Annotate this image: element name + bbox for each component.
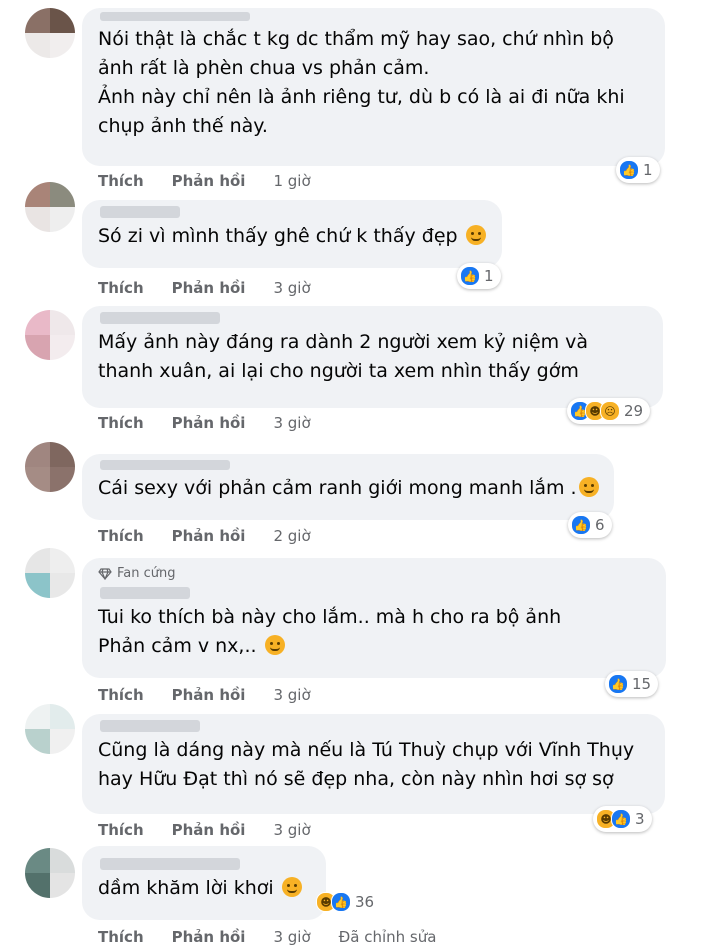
comment-text-content: dầm khăm lời khơi <box>98 877 280 899</box>
comment-text: dầm khăm lời khơi <box>98 874 312 903</box>
comment-bubble: Nói thật là chắc t kg dc thẩm mỹ hay sao… <box>82 8 665 166</box>
reply-button[interactable]: Phản hồi <box>172 172 246 190</box>
reaction-summary[interactable]: 👍 6 <box>568 512 612 538</box>
comment-actions: Thích Phản hồi 2 giờ <box>98 527 311 545</box>
timestamp[interactable]: 2 giờ <box>273 527 310 545</box>
reply-button[interactable]: Phản hồi <box>172 686 246 704</box>
comment-actions: Thích Phản hồi 3 giờ <box>98 686 311 704</box>
like-reaction-icon: 👍 <box>460 266 480 286</box>
timestamp[interactable]: 3 giờ <box>273 821 310 839</box>
comment-actions: Thích Phản hồi 3 giờ <box>98 821 311 839</box>
like-reaction-icon: 👍 <box>619 160 639 180</box>
comment-text: Tui ko thích bà này cho lắm.. mà h cho r… <box>98 603 652 661</box>
avatar[interactable] <box>25 548 75 598</box>
reaction-count: 29 <box>624 402 644 420</box>
fan-badge-label: Fan cứng <box>117 566 176 581</box>
comment-bubble: Cái sexy với phản cảm ranh giới mong man… <box>82 454 614 520</box>
avatar[interactable] <box>25 848 75 898</box>
like-button[interactable]: Thích <box>98 686 144 704</box>
reply-button[interactable]: Phản hồi <box>172 279 246 297</box>
blurred-author-name <box>100 460 230 470</box>
blurred-author-name <box>100 206 180 218</box>
like-button[interactable]: Thích <box>98 279 144 297</box>
timestamp[interactable]: 3 giờ <box>273 279 310 297</box>
reply-button[interactable]: Phản hồi <box>172 928 246 946</box>
reaction-summary[interactable]: 👍 15 <box>605 671 659 697</box>
blurred-author-name <box>100 720 200 732</box>
reply-button[interactable]: Phản hồi <box>172 414 246 432</box>
like-button[interactable]: Thích <box>98 527 144 545</box>
comment-text-content: Cái sexy với phản cảm ranh giới mong man… <box>98 477 577 499</box>
reaction-summary[interactable]: 👍 ☻ ☹ 29 <box>567 398 651 424</box>
comment-text-content: Só zi vì mình thấy ghê chứ k thấy đẹp <box>98 225 458 247</box>
like-reaction-icon: 👍 <box>331 892 351 912</box>
comment-bubble: dầm khăm lời khơi <box>82 846 326 920</box>
reaction-summary[interactable]: 👍 1 <box>616 157 660 183</box>
fan-badge: Fan cứng <box>98 566 652 581</box>
reaction-summary[interactable]: ☻ 👍 3 <box>593 806 652 832</box>
comment-bubble: Só zi vì mình thấy ghê chứ k thấy đẹp <box>82 200 502 268</box>
comment-bubble: Fan cứng Tui ko thích bà này cho lắm.. m… <box>82 558 666 678</box>
reply-button[interactable]: Phản hồi <box>172 821 246 839</box>
diamond-icon <box>98 567 112 580</box>
reaction-count: 1 <box>643 161 653 179</box>
sad-reaction-icon: ☹ <box>600 401 620 421</box>
avatar[interactable] <box>25 8 75 58</box>
reaction-summary[interactable]: 👍 1 <box>457 263 501 289</box>
laughing-emoji-icon <box>281 877 302 897</box>
avatar[interactable] <box>25 182 75 232</box>
like-reaction-icon: 👍 <box>571 515 591 535</box>
like-button[interactable]: Thích <box>98 172 144 190</box>
reaction-count: 3 <box>635 810 645 828</box>
timestamp[interactable]: 1 giờ <box>273 172 310 190</box>
comment-actions: Thích Phản hồi 3 giờ <box>98 414 311 432</box>
reaction-count: 1 <box>484 267 494 285</box>
timestamp[interactable]: 3 giờ <box>273 686 310 704</box>
comment-text: Nói thật là chắc t kg dc thẩm mỹ hay sao… <box>98 28 625 137</box>
comment-actions: Thích Phản hồi 1 giờ <box>98 172 311 190</box>
avatar[interactable] <box>25 442 75 492</box>
reaction-count: 15 <box>632 675 652 693</box>
timestamp[interactable]: 3 giờ <box>273 928 310 946</box>
reply-button[interactable]: Phản hồi <box>172 527 246 545</box>
worried-emoji-icon <box>264 635 285 655</box>
comment-actions: Thích Phản hồi 3 giờ Đã chỉnh sửa <box>98 928 436 946</box>
comment-text-content: Tui ko thích bà này cho lắm.. mà h cho r… <box>98 606 562 657</box>
like-button[interactable]: Thích <box>98 414 144 432</box>
comment-text: Mấy ảnh này đáng ra dành 2 người xem kỷ … <box>98 331 589 382</box>
comment-bubble: Mấy ảnh này đáng ra dành 2 người xem kỷ … <box>82 306 663 408</box>
like-button[interactable]: Thích <box>98 821 144 839</box>
like-reaction-icon: 👍 <box>608 674 628 694</box>
blurred-author-name <box>100 587 190 599</box>
edited-label[interactable]: Đã chỉnh sửa <box>339 928 437 946</box>
avatar[interactable] <box>25 704 75 754</box>
blurred-author-name <box>100 312 220 324</box>
blurred-author-name <box>100 858 240 870</box>
comment-text: Cái sexy với phản cảm ranh giới mong man… <box>98 474 600 503</box>
comment-text: Cũng là dáng này mà nếu là Tú Thuỳ chụp … <box>98 739 635 790</box>
avatar[interactable] <box>25 310 75 360</box>
like-button[interactable]: Thích <box>98 928 144 946</box>
comment-bubble: Cũng là dáng này mà nếu là Tú Thuỳ chụp … <box>82 714 665 814</box>
sad-face-emoji-icon <box>465 225 486 245</box>
comment-actions: Thích Phản hồi 3 giờ <box>98 279 311 297</box>
timestamp[interactable]: 3 giờ <box>273 414 310 432</box>
smiley-emoji-icon <box>578 477 599 497</box>
comment-text: Só zi vì mình thấy ghê chứ k thấy đẹp <box>98 222 488 251</box>
reaction-count: 6 <box>595 516 605 534</box>
like-reaction-icon: 👍 <box>611 809 631 829</box>
reaction-summary[interactable]: ☻ 👍 36 <box>313 889 381 915</box>
blurred-author-name <box>100 12 250 21</box>
reaction-count: 36 <box>355 893 375 911</box>
